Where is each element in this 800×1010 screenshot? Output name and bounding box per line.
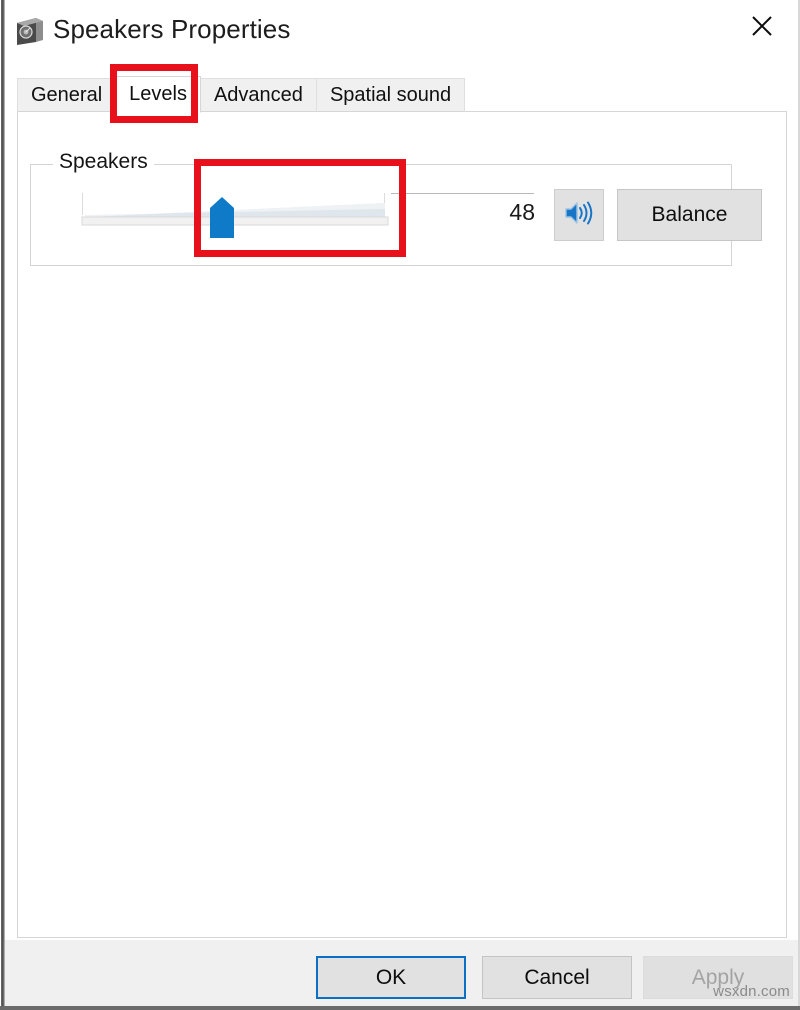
tab-levels-label: Levels — [129, 83, 187, 105]
tab-general[interactable]: General — [17, 78, 117, 112]
tab-advanced[interactable]: Advanced — [199, 78, 317, 112]
dialog-footer: OK Cancel Apply wsxdn.com — [5, 940, 798, 1006]
volume-value: 48 — [509, 199, 535, 225]
cancel-button-label: Cancel — [524, 965, 590, 989]
slider-thumb[interactable] — [209, 197, 235, 239]
window-frame-left-edge — [0, 0, 5, 1010]
speaker-volume-icon — [564, 200, 594, 231]
mute-toggle-button[interactable] — [554, 189, 604, 241]
title-bar[interactable]: Speakers Properties — [5, 0, 798, 62]
cancel-button[interactable]: Cancel — [482, 956, 632, 999]
speakers-properties-window: Speakers Properties General Levels Advan… — [0, 0, 800, 1010]
tab-spatial-sound-label: Spatial sound — [329, 83, 452, 106]
levels-tab-panel: Speakers 48 Balance — [17, 111, 787, 938]
tab-levels[interactable]: Levels — [115, 76, 201, 113]
speakers-group-box: Speakers 48 Balance — [30, 150, 762, 266]
ok-button[interactable]: OK — [316, 956, 466, 999]
close-icon[interactable] — [732, 2, 792, 50]
watermark: wsxdn.com — [713, 983, 790, 1000]
ok-button-label: OK — [375, 965, 407, 989]
tab-general-label: General — [31, 83, 103, 106]
window-title: Speakers Properties — [53, 14, 291, 44]
tab-advanced-label: Advanced — [213, 83, 303, 106]
volume-slider[interactable] — [81, 191, 392, 239]
balance-button-label: Balance — [651, 203, 728, 226]
slider-track[interactable] — [81, 191, 392, 239]
slider-value-connector — [391, 193, 534, 194]
balance-button[interactable]: Balance — [617, 189, 762, 241]
tab-spatial-sound[interactable]: Spatial sound — [315, 78, 466, 112]
speakers-group-label: Speakers — [53, 150, 154, 174]
tab-strip: General Levels Advanced Spatial sound — [17, 76, 787, 113]
speaker-box-icon — [15, 17, 45, 46]
window-frame-bottom-edge — [0, 1006, 800, 1010]
